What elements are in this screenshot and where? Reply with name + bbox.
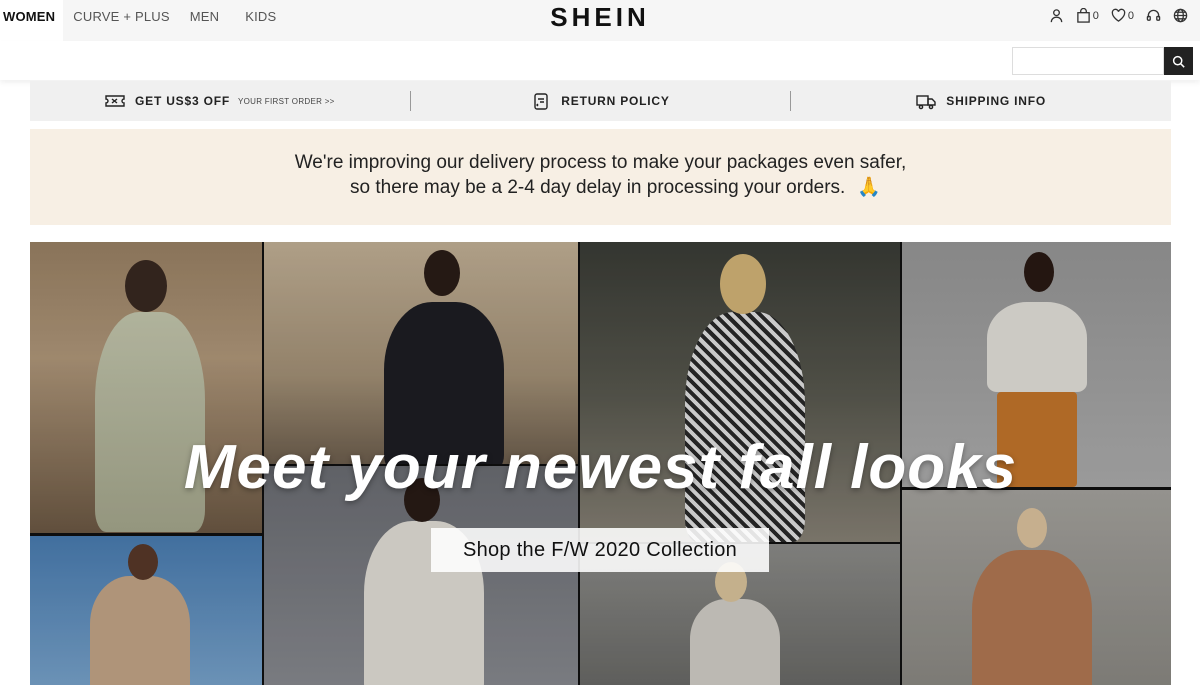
shop-collection-button[interactable]: Shop the F/W 2020 Collection [431, 528, 769, 572]
first-order-offer-link[interactable]: GET US$3 OFF YOUR FIRST ORDER >> [30, 81, 410, 121]
headset-icon [1146, 9, 1161, 21]
return-policy-link[interactable]: RETURN POLICY [411, 81, 791, 121]
bag-icon [1076, 8, 1090, 23]
praying-hands-icon: 🙏 [857, 177, 881, 198]
truck-icon [916, 95, 936, 110]
language-button[interactable] [1173, 8, 1188, 23]
heart-icon [1111, 8, 1126, 22]
promo-bar: GET US$3 OFF YOUR FIRST ORDER >> RETURN … [30, 81, 1171, 121]
top-header: WOMEN CURVE + PLUS MEN KIDS SHEIN 0 0 [0, 0, 1200, 41]
offer-subtitle: YOUR FIRST ORDER >> [237, 96, 335, 106]
return-box-icon [534, 93, 548, 110]
globe-icon [1173, 8, 1188, 23]
shipping-info-title: SHIPPING INFO [946, 94, 1047, 108]
account-button[interactable] [1049, 8, 1064, 23]
ticket-icon [105, 95, 125, 107]
brand-logo[interactable]: SHEIN [0, 2, 1200, 33]
cart-count: 0 [1092, 9, 1099, 22]
user-icon [1050, 9, 1063, 23]
cart-button[interactable]: 0 [1076, 8, 1099, 23]
offer-title: GET US$3 OFF [135, 94, 230, 108]
notice-line-2: so there may be a 2-4 day delay in proce… [350, 177, 846, 198]
shipping-info-link[interactable]: SHIPPING INFO [791, 81, 1171, 121]
wishlist-button[interactable]: 0 [1111, 8, 1134, 23]
header-icons: 0 0 [1049, 8, 1188, 23]
hero-banner[interactable]: Meet your newest fall looks Shop the F/W… [30, 242, 1171, 685]
return-policy-title: RETURN POLICY [561, 94, 670, 108]
search-input[interactable] [1012, 47, 1164, 75]
search-bar-row [0, 41, 1200, 80]
hero-title: Meet your newest fall looks [183, 433, 1018, 502]
delivery-notice-banner: We're improving our delivery process to … [30, 129, 1171, 225]
search-icon [1172, 55, 1185, 68]
wishlist-count: 0 [1127, 9, 1134, 22]
search-button[interactable] [1164, 47, 1193, 75]
support-button[interactable] [1146, 8, 1161, 23]
notice-line-1: We're improving our delivery process to … [294, 152, 907, 173]
